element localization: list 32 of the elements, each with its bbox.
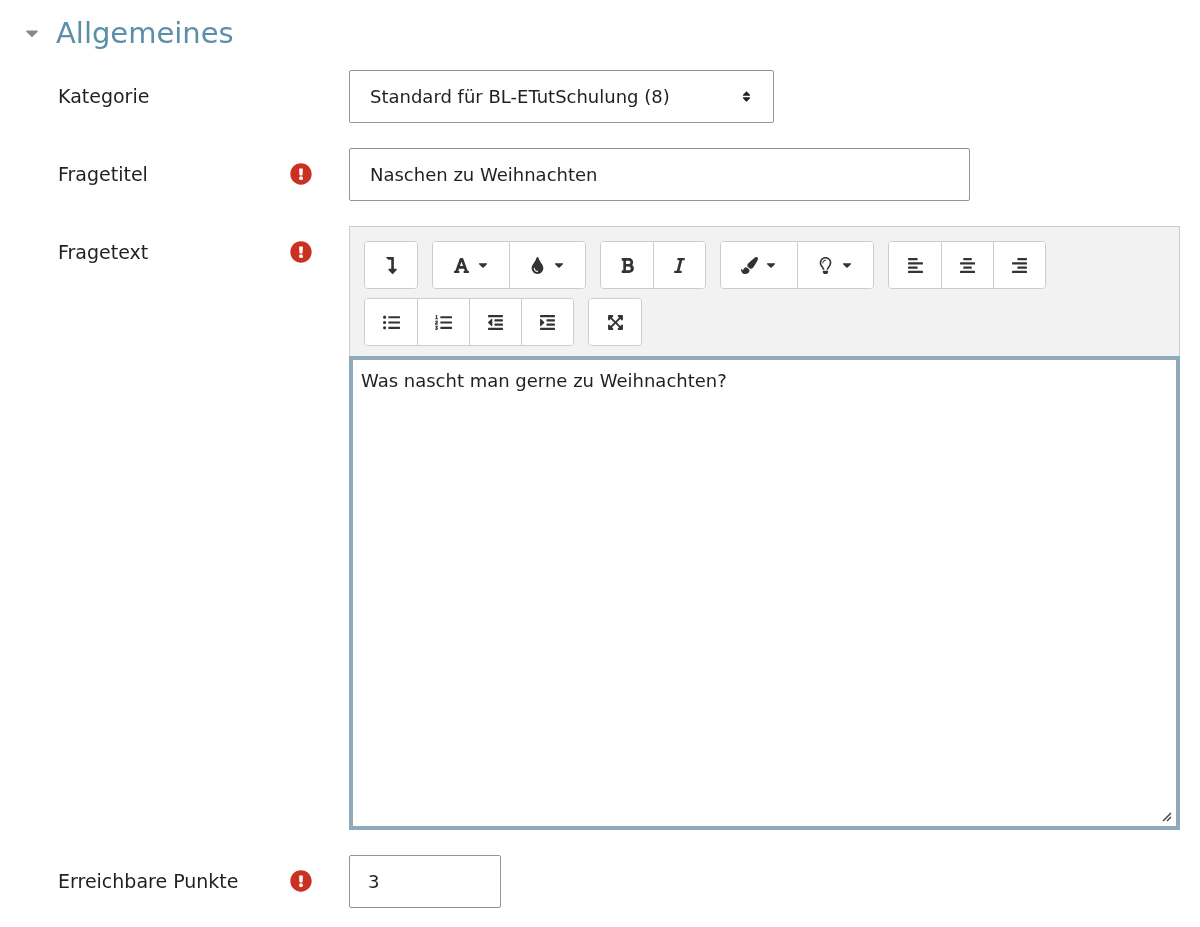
editor-text-area[interactable]: Was nascht man gerne zu Weihnachten?	[349, 356, 1180, 830]
editor-text: Was nascht man gerne zu Weihnachten?	[361, 370, 727, 391]
sort-icon	[740, 90, 753, 103]
align-center-icon	[959, 256, 976, 274]
toolbar-button[interactable]	[365, 242, 417, 288]
expand-icon	[606, 313, 624, 331]
paintbrush-icon	[740, 256, 758, 274]
resize-handle-icon[interactable]	[1160, 810, 1172, 822]
title-input-field[interactable]: Naschen zu Weihnachten	[349, 148, 970, 201]
bullet-list-icon	[382, 313, 400, 331]
toolbar-button[interactable]	[797, 242, 873, 288]
align-left-icon	[906, 256, 924, 274]
toolbar-button[interactable]	[993, 242, 1045, 288]
field-label: Fragetitel	[57, 162, 149, 185]
field-label: Kategorie	[57, 84, 151, 107]
font-icon	[452, 256, 470, 274]
field-label: Fragetext	[57, 240, 150, 263]
align-right-icon	[1011, 256, 1028, 274]
outdent-icon	[487, 313, 504, 331]
numbered-list-icon	[435, 313, 452, 331]
drop-icon	[529, 256, 546, 274]
toolbar-button[interactable]	[509, 242, 585, 288]
points-input-field[interactable]: 3	[349, 855, 501, 908]
section-title: Allgemeines	[56, 16, 234, 50]
field-label: Erreichbare Punkte	[57, 869, 240, 892]
category-select[interactable]: Standard für BL-ETutSchulung (8)	[349, 70, 774, 123]
toolbar-button[interactable]	[521, 299, 573, 345]
indent-icon	[539, 313, 556, 331]
lightbulb-icon	[817, 256, 834, 274]
toolbar-button[interactable]	[589, 299, 641, 345]
toolbar-button[interactable]	[653, 242, 705, 288]
italic-icon	[671, 256, 688, 274]
